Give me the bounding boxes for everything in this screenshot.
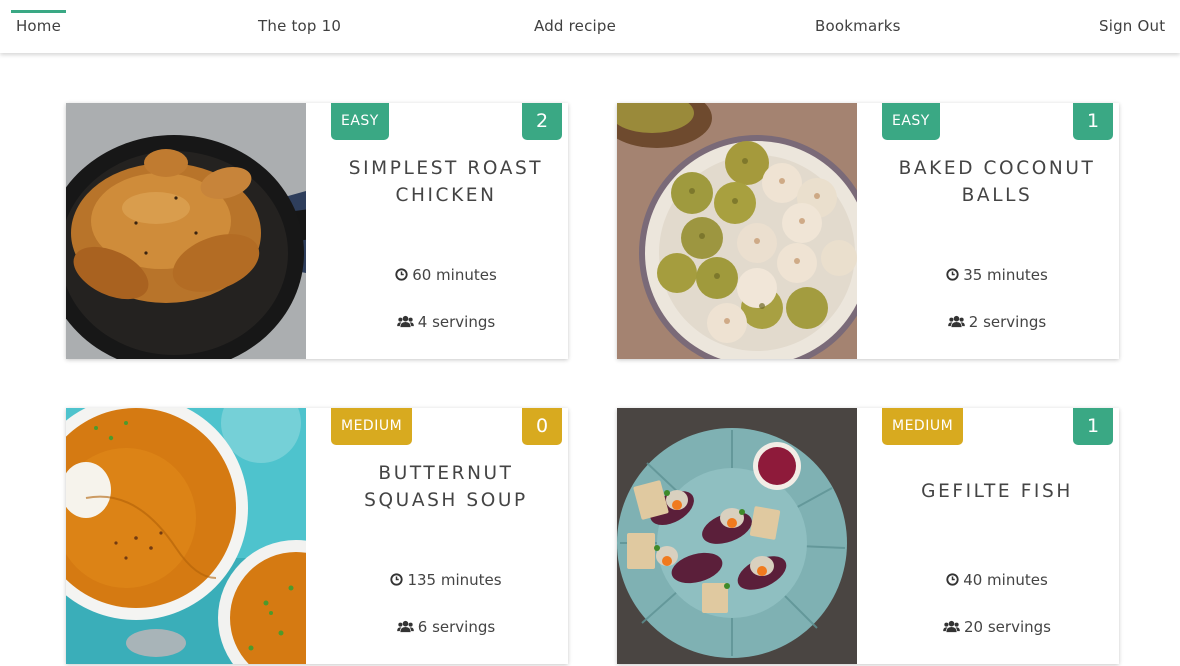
recipe-card[interactable]: EASY 2 SIMPLEST ROAST CHICKEN 60 minutes… <box>66 103 568 359</box>
recipe-title-line: BALLS <box>961 185 1033 206</box>
squash-soup-image <box>66 408 306 664</box>
recipe-card[interactable]: MEDIUM 0 BUTTERNUT SQUASH SOUP 135 minut… <box>66 408 568 664</box>
nav-sign-out[interactable]: Sign Out <box>1099 10 1165 50</box>
recipe-card[interactable]: MEDIUM 1 GEFILTE FISH 40 minutes 20 serv… <box>617 408 1119 664</box>
recipe-title-line: BUTTERNUT <box>378 463 514 484</box>
recipe-title-line: CHICKEN <box>395 185 497 206</box>
servings: 6 servings <box>321 618 568 637</box>
recipe-title: BAKED COCONUT BALLS <box>872 155 1119 209</box>
cook-time: 40 minutes <box>872 571 1119 590</box>
users-icon <box>396 619 414 637</box>
difficulty-badge: EASY <box>331 103 389 140</box>
coconut-balls-image <box>617 103 857 359</box>
recipe-image <box>617 408 857 664</box>
users-icon <box>396 314 414 332</box>
roast-chicken-image <box>66 103 306 359</box>
recipe-title-line: GEFILTE FISH <box>921 481 1073 502</box>
servings-text: 6 servings <box>417 618 496 636</box>
users-icon <box>943 619 960 637</box>
top-navbar: Home The top 10 Add recipe Bookmarks Sig… <box>0 0 1180 53</box>
difficulty-badge: EASY <box>882 103 940 140</box>
recipe-title-line: BAKED COCONUT <box>898 158 1096 179</box>
servings: 20 servings <box>872 618 1119 637</box>
cook-time: 60 minutes <box>321 266 568 285</box>
recipe-card[interactable]: EASY 1 BAKED COCONUT BALLS 35 minutes 2 … <box>617 103 1119 359</box>
gefilte-fish-image <box>617 408 857 664</box>
recipe-title-line: SQUASH SOUP <box>364 490 528 511</box>
difficulty-badge: MEDIUM <box>331 408 413 445</box>
cook-time-text: 135 minutes <box>407 571 502 589</box>
cook-time-text: 40 minutes <box>963 571 1048 589</box>
nav-home[interactable]: Home <box>11 10 66 50</box>
cook-time-text: 35 minutes <box>963 266 1048 284</box>
cook-time: 35 minutes <box>872 266 1119 285</box>
users-icon <box>947 314 965 332</box>
recipe-image <box>66 103 306 359</box>
clock-icon <box>946 572 959 590</box>
bookmark-count: 2 <box>522 103 562 140</box>
recipe-title: SIMPLEST ROAST CHICKEN <box>321 155 568 209</box>
cook-time: 135 minutes <box>321 571 568 590</box>
clock-icon <box>946 267 959 285</box>
recipe-image <box>617 103 857 359</box>
recipe-title-line: SIMPLEST ROAST <box>348 158 544 179</box>
servings-text: 4 servings <box>417 313 496 331</box>
nav-top-10[interactable]: The top 10 <box>258 10 341 50</box>
servings-text: 20 servings <box>964 618 1051 636</box>
clock-icon <box>395 267 408 285</box>
bookmark-count: 0 <box>522 408 562 445</box>
difficulty-badge: MEDIUM <box>882 408 964 445</box>
cook-time-text: 60 minutes <box>412 266 497 284</box>
bookmark-count: 1 <box>1073 103 1113 140</box>
servings-text: 2 servings <box>968 313 1047 331</box>
clock-icon <box>390 572 404 590</box>
recipe-title: BUTTERNUT SQUASH SOUP <box>321 460 568 514</box>
servings: 2 servings <box>872 313 1119 332</box>
nav-bookmarks[interactable]: Bookmarks <box>815 10 901 50</box>
bookmark-count: 1 <box>1073 408 1113 445</box>
nav-add-recipe[interactable]: Add recipe <box>534 10 616 50</box>
recipe-image <box>66 408 306 664</box>
recipe-title: GEFILTE FISH <box>872 478 1119 505</box>
servings: 4 servings <box>321 313 568 332</box>
